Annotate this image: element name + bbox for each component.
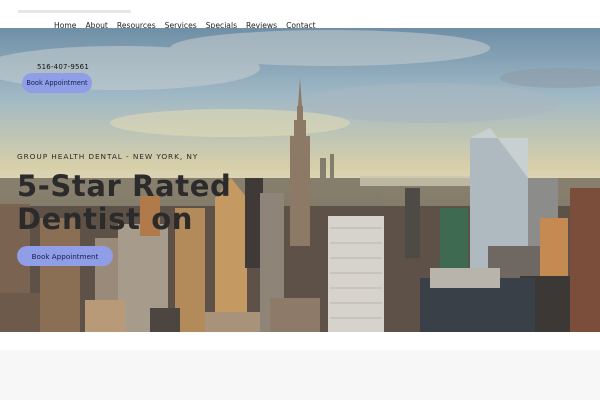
logo-placeholder[interactable]: [18, 10, 131, 13]
hero-kicker: GROUP HEALTH DENTAL - NEW YORK, NY: [17, 152, 199, 161]
phone-number[interactable]: 516-407-9561: [37, 63, 89, 71]
hero-book-appointment-button[interactable]: Book Appointment: [17, 246, 113, 266]
site-header: Home About Resources Services Specials R…: [0, 0, 600, 30]
white-tower-building: [328, 216, 384, 332]
header-book-appointment-button[interactable]: Book Appointment: [22, 73, 92, 93]
content-band: [0, 350, 600, 400]
hero-section: 516-407-9561 Book Appointment GROUP HEAL…: [0, 28, 600, 332]
hero-headline: 5-Star Rated Dentist on: [17, 169, 232, 236]
